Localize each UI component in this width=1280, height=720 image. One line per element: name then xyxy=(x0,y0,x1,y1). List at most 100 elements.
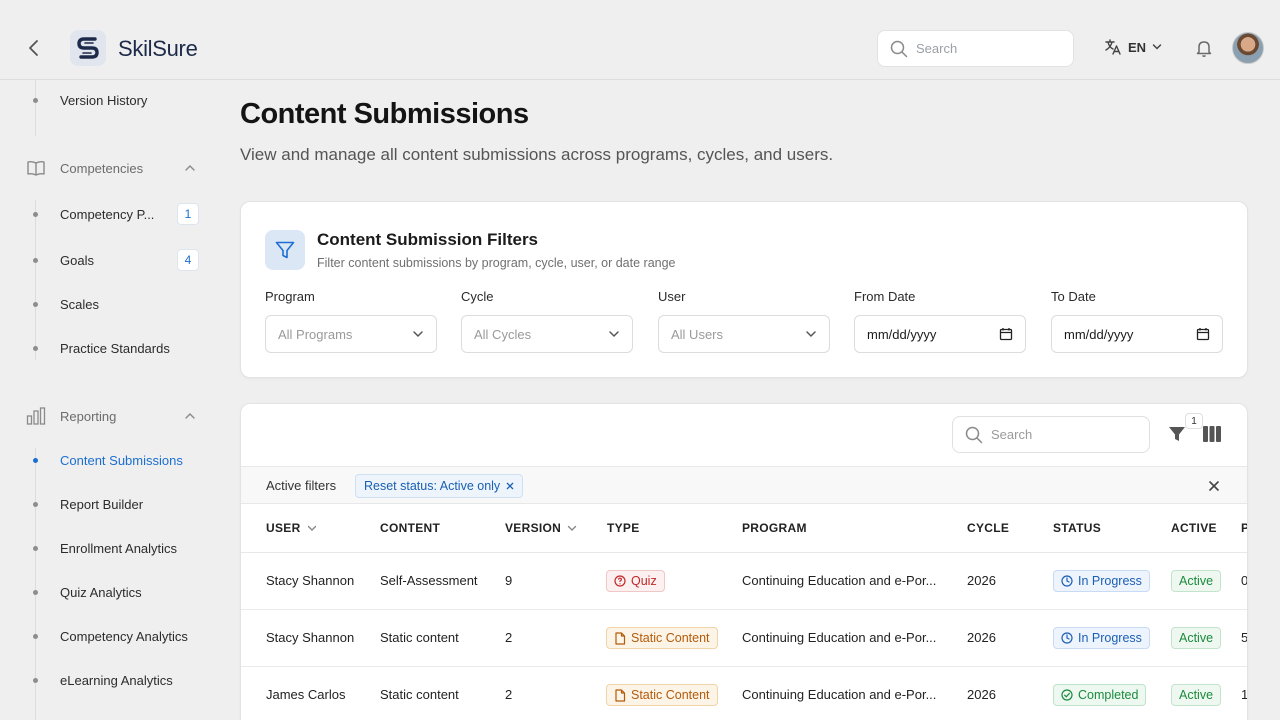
column-label: ACTIVE xyxy=(1171,521,1217,535)
sidebar-item-enrollment-analytics[interactable]: Enrollment Analytics xyxy=(0,536,216,560)
top-bar: SkilSure EN xyxy=(0,0,1280,80)
program-label: Program xyxy=(265,289,315,304)
sidebar-item-label: Goals xyxy=(60,252,94,268)
logo-s-icon xyxy=(77,37,99,59)
cell-cycle: 2026 xyxy=(967,573,996,588)
sidebar-item-competency-analytics[interactable]: Competency Analytics xyxy=(0,624,216,648)
cell-program: Continuing Education and e-Por... xyxy=(742,573,937,588)
type-label: Quiz xyxy=(631,574,657,588)
close-icon[interactable] xyxy=(506,482,514,490)
table-search[interactable] xyxy=(952,416,1150,453)
user-avatar[interactable] xyxy=(1232,32,1264,64)
active-filter-chip[interactable]: Reset status: Active only xyxy=(355,474,524,498)
section-label: Competencies xyxy=(60,160,144,176)
section-label: Reporting xyxy=(60,408,117,424)
column-header-cycle[interactable]: CYCLE xyxy=(967,521,1009,535)
column-header-truncated[interactable]: P xyxy=(1241,521,1247,535)
page-title: Content Submissions xyxy=(240,98,529,130)
sidebar-item-report-builder[interactable]: Report Builder xyxy=(0,492,216,516)
type-badge: Quiz xyxy=(606,570,665,592)
sidebar-item-label: Quiz Analytics xyxy=(60,584,142,600)
cell-truncated: 0 xyxy=(1241,573,1248,588)
cell-user: Stacy Shannon xyxy=(266,630,355,645)
sidebar-item-label: Practice Standards xyxy=(60,340,170,356)
cell-version: 2 xyxy=(505,687,513,702)
sidebar-item-label: Version History xyxy=(60,92,148,108)
filters-card: Content Submission Filters Filter conten… xyxy=(240,201,1248,378)
filters-title: Content Submission Filters xyxy=(317,230,539,249)
from-date-input[interactable]: mm/dd/yyyy xyxy=(854,315,1026,353)
cell-cycle: 2026 xyxy=(967,687,996,702)
column-header-user[interactable]: USER xyxy=(266,521,317,535)
chevron-down-icon xyxy=(609,331,619,338)
column-label: VERSION xyxy=(505,521,562,535)
section-reporting[interactable]: Reporting xyxy=(0,404,216,428)
cycle-label: Cycle xyxy=(461,289,494,304)
nav-dot xyxy=(33,677,38,683)
cell-content: Self-Assessment xyxy=(380,573,478,588)
filter-icon[interactable] xyxy=(1167,424,1187,444)
sidebar-item-label: Competency P... xyxy=(60,206,155,222)
to-date-input[interactable]: mm/dd/yyyy xyxy=(1051,315,1223,353)
nav-dot xyxy=(33,345,38,351)
check-circle-icon xyxy=(1061,689,1073,701)
program-select[interactable]: All Programs xyxy=(265,315,437,353)
clear-filters-icon[interactable] xyxy=(1207,479,1221,493)
cell-user: James Carlos xyxy=(266,687,346,702)
brand-logo[interactable] xyxy=(70,30,106,66)
from-date-label: From Date xyxy=(854,289,916,304)
calendar-icon[interactable] xyxy=(1196,327,1210,341)
nav-dot xyxy=(33,257,38,263)
table-search-input[interactable] xyxy=(991,427,1141,442)
table-row[interactable]: James Carlos Static content 2 Static Con… xyxy=(241,667,1247,720)
sidebar-item-quiz-analytics[interactable]: Quiz Analytics xyxy=(0,580,216,604)
chevron-down-icon xyxy=(413,331,423,338)
sidebar-item-competency-profiles[interactable]: Competency P... 1 xyxy=(0,202,216,226)
type-badge: Static Content xyxy=(606,627,718,649)
section-competencies[interactable]: Competencies xyxy=(0,156,216,180)
filter-count-badge: 1 xyxy=(1185,413,1203,429)
status-badge: In Progress xyxy=(1053,570,1150,592)
sidebar-item-label: Enrollment Analytics xyxy=(60,540,178,556)
chevron-up-icon xyxy=(185,413,195,419)
status-label: In Progress xyxy=(1078,631,1142,645)
sidebar-item-goals[interactable]: Goals 4 xyxy=(0,248,216,272)
sidebar-item-version-history[interactable]: Version History xyxy=(0,88,216,112)
table-row[interactable]: Stacy Shannon Static content 2 Static Co… xyxy=(241,610,1247,667)
language-selector[interactable]: EN xyxy=(1104,38,1162,56)
status-badge: In Progress xyxy=(1053,627,1150,649)
sidebar-item-elearning-analytics[interactable]: eLearning Analytics xyxy=(0,668,216,692)
nav-dot xyxy=(33,211,38,217)
column-header-type[interactable]: TYPE xyxy=(607,521,640,535)
status-label: Completed xyxy=(1078,688,1139,702)
bell-icon[interactable] xyxy=(1194,38,1214,58)
sidebar-item-label: Report Builder xyxy=(60,496,144,512)
language-code: EN xyxy=(1128,39,1147,55)
sidebar-item-scales[interactable]: Scales xyxy=(0,292,216,316)
cell-content: Static content xyxy=(380,630,459,645)
column-header-active[interactable]: ACTIVE xyxy=(1171,521,1217,535)
active-badge: Active xyxy=(1171,570,1222,592)
active-badge: Active xyxy=(1171,684,1222,706)
table-row[interactable]: Stacy Shannon Self-Assessment 9 Quiz Con… xyxy=(241,553,1248,610)
back-button[interactable] xyxy=(22,36,46,60)
type-label: Static Content xyxy=(631,688,710,702)
global-search[interactable] xyxy=(877,30,1074,67)
user-value: All Users xyxy=(671,326,724,342)
columns-icon[interactable] xyxy=(1202,425,1222,443)
nav-dot xyxy=(33,501,38,507)
user-select[interactable]: All Users xyxy=(658,315,830,353)
cell-user: Stacy Shannon xyxy=(266,573,355,588)
column-header-status[interactable]: STATUS xyxy=(1053,521,1101,535)
column-label: TYPE xyxy=(607,521,640,535)
cycle-select[interactable]: All Cycles xyxy=(461,315,633,353)
sort-chevron-icon xyxy=(307,525,316,531)
column-header-program[interactable]: PROGRAM xyxy=(742,521,807,535)
calendar-icon[interactable] xyxy=(999,327,1013,341)
sidebar-item-content-submissions[interactable]: Content Submissions xyxy=(0,448,216,472)
global-search-input[interactable] xyxy=(916,41,1056,56)
column-header-version[interactable]: VERSION xyxy=(505,521,577,535)
sidebar-item-practice-standards[interactable]: Practice Standards xyxy=(0,336,216,360)
search-icon xyxy=(890,40,908,57)
column-header-content[interactable]: CONTENT xyxy=(380,521,440,535)
